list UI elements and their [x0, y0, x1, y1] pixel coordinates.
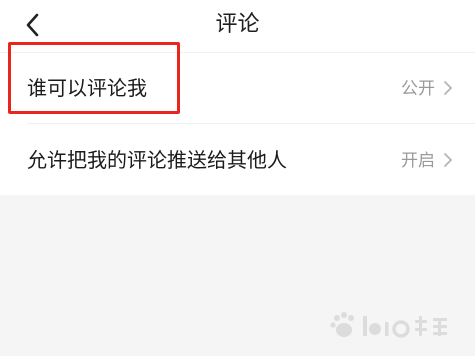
who-can-comment-label: 谁可以评论我	[27, 76, 147, 100]
who-can-comment-value: 公开	[401, 77, 453, 101]
chevron-right-icon	[443, 152, 453, 168]
chevron-right-icon	[443, 80, 453, 96]
push-comments-value: 开启	[401, 149, 453, 173]
who-can-comment-value-text: 公开	[401, 79, 435, 99]
row-divider	[27, 123, 475, 124]
settings-row-push-comments[interactable]: 允许把我的评论推送给其他人 开启	[0, 125, 475, 195]
page-title: 评论	[215, 12, 260, 37]
push-comments-label: 允许把我的评论推送给其他人	[27, 148, 287, 172]
settings-row-who-can-comment[interactable]: 谁可以评论我 公开	[0, 53, 475, 123]
push-comments-value-text: 开启	[401, 151, 435, 171]
header-bar: 评论	[0, 0, 475, 52]
watermark-logo	[323, 308, 453, 342]
